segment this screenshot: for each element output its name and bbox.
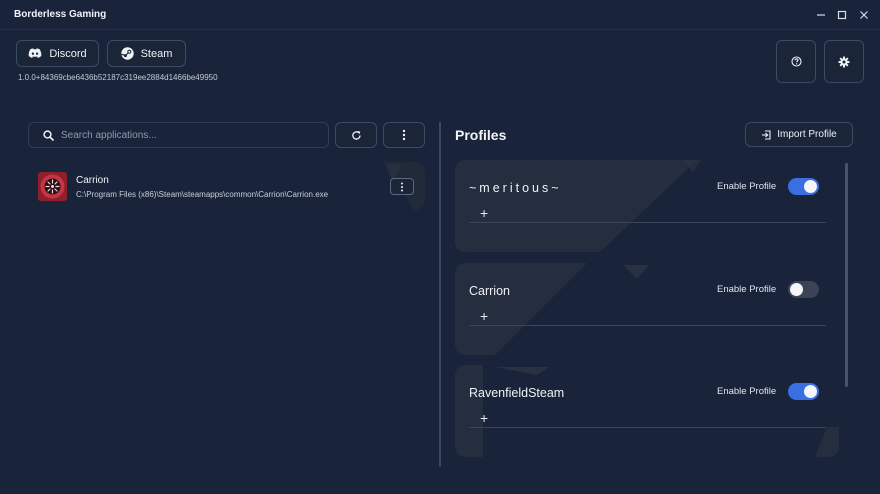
discord-button[interactable]: Discord [16,40,99,67]
window-title: Borderless Gaming [14,9,107,20]
application-name: Carrion [76,175,109,186]
application-list-item[interactable]: Carrion C:\Program Files (x86)\Steam\ste… [28,162,425,210]
import-profile-button[interactable]: Import Profile [745,122,853,147]
profile-card-background [455,365,839,457]
steam-button[interactable]: Steam [107,40,186,67]
maximize-icon [837,10,847,20]
enable-profile-toggle[interactable] [788,383,819,400]
minimize-icon [817,14,825,16]
search-input[interactable] [61,129,321,141]
refresh-icon [351,130,361,140]
application-menu-button[interactable] [390,178,414,195]
enable-profile-toggle[interactable] [788,178,819,195]
profiles-scrollbar[interactable] [845,163,848,387]
refresh-button[interactable] [335,122,377,148]
enable-profile-label: Enable Profile [717,181,777,192]
search-box[interactable] [28,122,329,148]
profile-card-background [455,160,839,252]
close-icon [860,11,868,19]
add-rule-button[interactable]: + [480,309,488,323]
profile-name: ~meritous~ [469,181,562,195]
profiles-title: Profiles [455,127,507,143]
profile-divider [469,325,826,326]
application-row-background [28,162,425,210]
profile-card-background [455,263,839,355]
settings-button[interactable] [824,40,864,83]
profile-divider [469,427,826,428]
steam-icon [120,47,134,60]
carrion-app-icon [38,172,67,201]
add-rule-button[interactable]: + [480,206,488,220]
help-button[interactable] [776,40,816,83]
profile-card: RavenfieldSteam Enable Profile + [455,365,839,457]
enable-profile-toggle[interactable] [788,281,819,298]
import-profile-label: Import Profile [777,129,837,140]
add-rule-button[interactable]: + [480,411,488,425]
pane-divider [439,122,441,467]
toggle-knob [804,180,817,193]
close-button[interactable] [853,4,875,26]
application-path: C:\Program Files (x86)\Steam\steamapps\c… [76,190,329,199]
help-icon [790,56,802,67]
profile-divider [469,222,826,223]
discord-label: Discord [49,47,87,60]
toggle-knob [804,385,817,398]
profile-name: Carrion [469,284,510,298]
profile-card: Carrion Enable Profile + [455,263,839,355]
enable-profile-label: Enable Profile [717,284,777,295]
more-vertical-icon [402,129,406,141]
enable-profile-label: Enable Profile [717,386,777,397]
title-bar [0,0,880,30]
maximize-button[interactable] [831,4,853,26]
version-text: 1.0.0+84369cbe6436b52187c319ee2884d1466b… [18,73,218,82]
profiles-list: ~meritous~ Enable Profile + Carrion Enab… [455,160,840,460]
discord-icon [29,48,42,58]
title-bar-divider [0,29,880,30]
more-options-button[interactable] [383,122,425,148]
profile-card: ~meritous~ Enable Profile + [455,160,839,252]
more-vertical-icon [401,182,403,191]
import-icon [762,129,771,140]
steam-label: Steam [140,47,173,60]
minimize-button[interactable] [810,4,832,26]
gear-icon [838,56,850,67]
toggle-knob [790,283,803,296]
search-icon [43,129,54,141]
profile-name: RavenfieldSteam [469,386,565,400]
